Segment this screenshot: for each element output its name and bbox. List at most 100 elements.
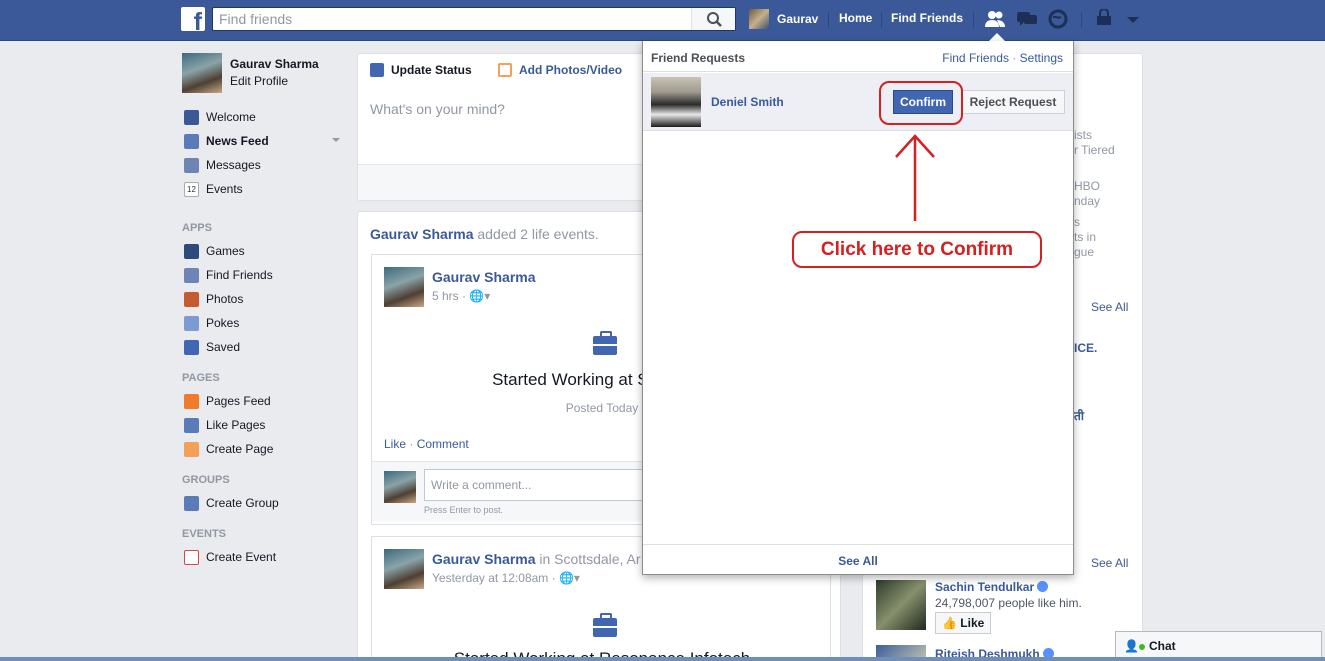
friend-requests-icon[interactable] (984, 9, 1006, 29)
sidebar-item-create-event[interactable]: Create Event (184, 548, 276, 566)
post-location[interactable]: in Scottsdale, Ar (536, 551, 640, 567)
profile-picture[interactable] (182, 53, 222, 93)
trending-fragment: HBO (1074, 179, 1101, 193)
dropdown-header: Friend Requests Find Friends · Settings (643, 41, 1073, 72)
reject-request-button[interactable]: Reject Request (961, 90, 1065, 114)
sidebar-item-games[interactable]: Games (184, 242, 245, 260)
bookmark-icon (184, 339, 199, 355)
tab-label: Add Photos/Video (519, 63, 623, 77)
sidebar-item-label: Pages Feed (206, 394, 271, 408)
divider (881, 12, 882, 28)
sidebar-item-pokes[interactable]: Pokes (184, 314, 239, 332)
avatar (384, 471, 416, 503)
messages-icon (184, 157, 199, 173)
find-friends-link[interactable]: Find Friends (891, 11, 963, 25)
see-all-link[interactable]: See All (1091, 556, 1128, 570)
page-name-link[interactable]: Sachin Tendulkar (935, 580, 1049, 594)
sidebar-item-label: Saved (206, 340, 241, 354)
page-thumbnail[interactable] (876, 580, 926, 630)
sidebar-item-create-page[interactable]: Create Page (184, 440, 273, 458)
settings-link[interactable]: Settings (1020, 51, 1063, 65)
account-menu-icon[interactable] (1122, 9, 1144, 29)
sidebar-item-find-friends[interactable]: Find Friends (184, 266, 273, 284)
privacy-shortcuts-icon[interactable] (1094, 9, 1116, 29)
calendar-icon: 12 (184, 181, 199, 197)
annotation-callout: Click here to Confirm (792, 231, 1042, 268)
verified-badge-icon (1037, 581, 1049, 592)
globe-icon[interactable]: 🌐▾ (559, 571, 580, 585)
post-author-link[interactable]: Gaurav Sharma (432, 269, 536, 285)
sidebar-item-label: Create Group (206, 496, 279, 510)
timestamp-text: 5 hrs · (432, 289, 470, 303)
search-button[interactable] (691, 8, 735, 30)
sidebar-item-news-feed[interactable]: News Feed (184, 132, 269, 150)
notifications-icon[interactable] (1047, 9, 1069, 29)
chevron-down-icon[interactable] (332, 138, 340, 142)
sidebar-item-photos[interactable]: Photos (184, 290, 243, 308)
sidebar-item-like-pages[interactable]: Like Pages (184, 416, 265, 434)
timestamp-text: Yesterday at 12:08am · (432, 571, 559, 585)
sidebar-item-saved[interactable]: Saved (184, 338, 240, 356)
divider (1081, 12, 1082, 28)
status-input[interactable]: What's on your mind? (370, 101, 505, 117)
sidebar-item-events[interactable]: 12 Events (184, 180, 243, 198)
search-input[interactable] (213, 8, 683, 30)
sidebar-item-welcome[interactable]: Welcome (184, 108, 256, 126)
avatar[interactable] (384, 549, 424, 589)
profile-link[interactable]: Gaurav (749, 9, 818, 29)
sidebar-item-label: News Feed (206, 134, 269, 148)
separator: · (406, 437, 417, 451)
sidebar-item-create-group[interactable]: Create Group (184, 494, 279, 512)
post-actions: Like · Comment (384, 437, 469, 451)
separator: · (1008, 51, 1020, 65)
plus-icon (184, 495, 199, 511)
requester-name-link[interactable]: Deniel Smith (711, 95, 784, 109)
photo-icon (498, 63, 512, 77)
story-header: Gaurav Sharma added 2 life events. (370, 226, 599, 242)
facebook-logo-icon[interactable]: f (181, 7, 205, 31)
story-author-link[interactable]: Gaurav Sharma (370, 226, 474, 242)
online-dot-icon (1138, 644, 1145, 650)
messages-icon[interactable] (1016, 9, 1038, 29)
briefcase-icon (593, 331, 617, 355)
chat-label: Chat (1148, 639, 1176, 653)
see-all-link[interactable]: See All (1091, 300, 1128, 314)
sidebar-item-label: Messages (206, 158, 261, 172)
chat-user-icon: 👤 (1124, 639, 1139, 653)
plus-icon (184, 549, 199, 565)
edit-profile-link[interactable]: Edit Profile (230, 74, 288, 88)
post-author-name[interactable]: Gaurav Sharma (432, 551, 536, 567)
profile-name[interactable]: Gaurav Sharma (230, 57, 319, 71)
home-link[interactable]: Home (839, 11, 872, 25)
sidebar-item-label: Create Event (206, 550, 277, 564)
like-page-button[interactable]: 👍 Like (935, 612, 992, 634)
globe-icon[interactable]: 🌐▾ (469, 289, 490, 303)
like-link[interactable]: Like (384, 437, 406, 451)
trending-fragment: ists (1074, 128, 1092, 142)
sidebar-item-messages[interactable]: Messages (184, 156, 261, 174)
pages-heading: PAGES (182, 372, 220, 384)
find-friends-link[interactable]: Find Friends (942, 51, 1009, 65)
tab-update-status[interactable]: Update Status (370, 63, 472, 77)
avatar[interactable] (384, 267, 424, 307)
search-icon (707, 12, 722, 27)
post-timestamp: 5 hrs · 🌐▾ (432, 289, 490, 303)
tab-add-photos[interactable]: Add Photos/Video (498, 63, 622, 77)
comment-link[interactable]: Comment (417, 437, 469, 451)
pencil-icon (370, 63, 384, 77)
sidebar-item-label: Like Pages (206, 418, 266, 432)
page-name: Sachin Tendulkar (935, 580, 1035, 594)
profile-link-label: Gaurav (777, 12, 819, 26)
news-feed-icon (184, 133, 199, 149)
games-icon (184, 243, 199, 259)
thumbs-up-icon (184, 417, 199, 433)
avatar (749, 9, 769, 29)
trending-fragment: ती (1074, 409, 1084, 423)
sidebar-item-label: Find Friends (206, 268, 273, 282)
sidebar-item-label: Events (206, 182, 243, 196)
sidebar-item-pages-feed[interactable]: Pages Feed (184, 392, 271, 410)
dropdown-links: Find Friends · Settings (942, 51, 1063, 65)
avatar[interactable] (651, 77, 701, 127)
see-all-link[interactable]: See All (643, 544, 1073, 574)
friend-request-row: Deniel Smith Confirm Reject Request (643, 73, 1073, 131)
